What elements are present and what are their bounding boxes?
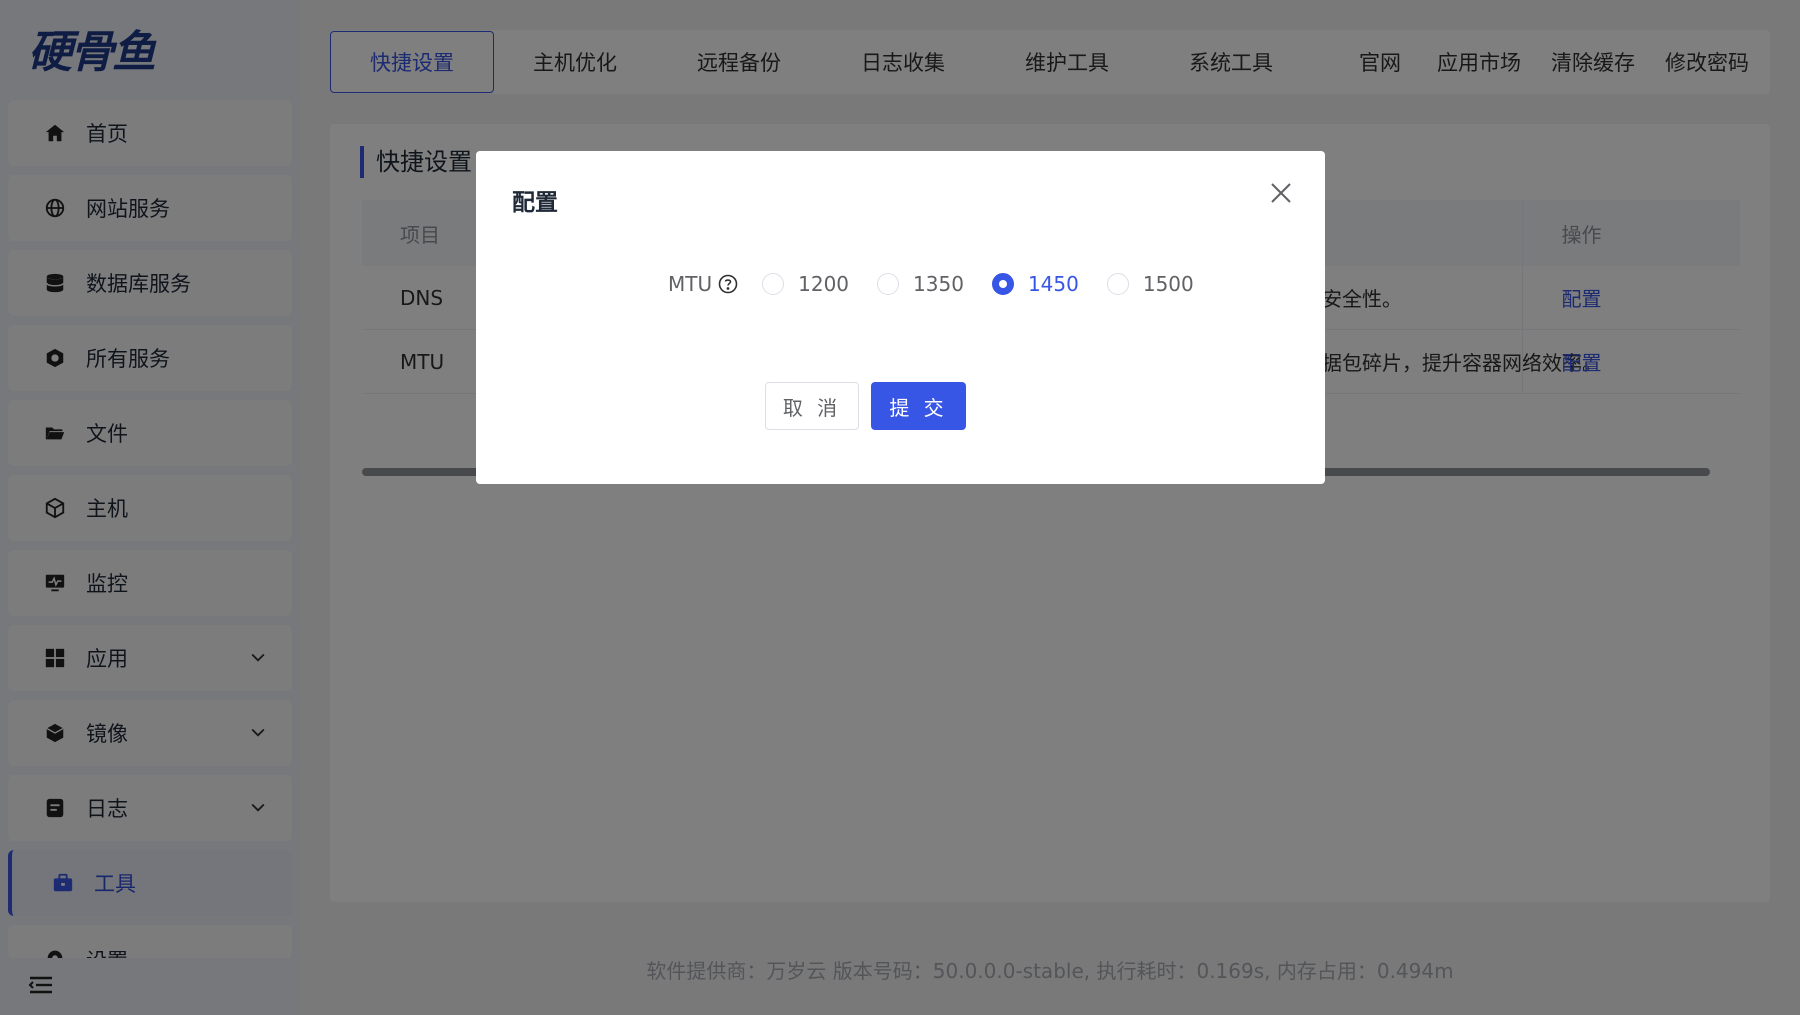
mtu-label: MTU	[668, 272, 713, 296]
mtu-option-1450[interactable]: 1450	[991, 272, 1079, 296]
radio-label: 1350	[913, 272, 964, 296]
mtu-option-1200[interactable]: 1200	[762, 272, 849, 296]
mtu-field: MTU 1200 1350 1450 1500	[668, 269, 1222, 299]
config-dialog: 配置 MTU 1200 1350 1450 1500 取 消 提 交	[476, 151, 1325, 484]
radio-label: 1200	[798, 272, 850, 296]
help-icon[interactable]	[718, 274, 738, 294]
dialog-title: 配置	[512, 190, 558, 216]
radio-button[interactable]	[762, 273, 785, 295]
cancel-button[interactable]: 取 消	[765, 382, 859, 430]
close-icon[interactable]	[1267, 179, 1295, 207]
radio-button[interactable]	[877, 273, 900, 295]
radio-button-selected[interactable]	[991, 273, 1014, 295]
radio-label: 1500	[1142, 272, 1194, 296]
mtu-option-1350[interactable]: 1350	[877, 272, 964, 296]
submit-button[interactable]: 提 交	[871, 382, 966, 430]
radio-label: 1450	[1027, 272, 1079, 296]
mtu-option-1500[interactable]: 1500	[1106, 272, 1194, 296]
radio-button[interactable]	[1106, 273, 1129, 295]
